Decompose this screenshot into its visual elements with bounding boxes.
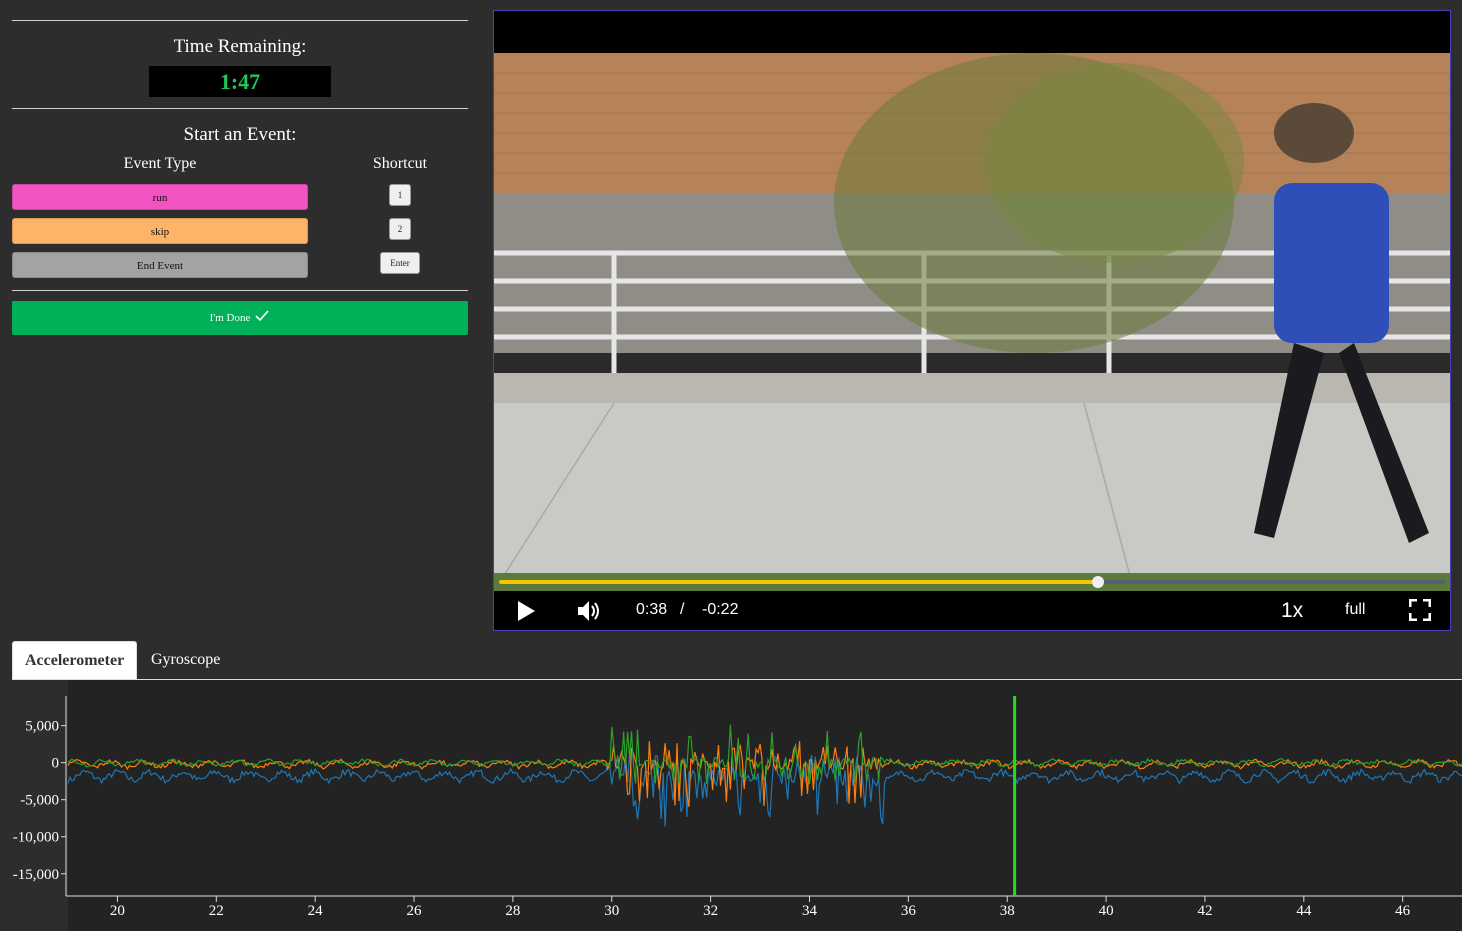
y-tick-label: -10,000 <box>13 830 59 846</box>
volume-icon[interactable] <box>576 599 602 623</box>
x-tick-label: 28 <box>505 903 520 919</box>
seek-bar[interactable] <box>499 576 1445 588</box>
x-tick-label: 38 <box>1000 903 1015 919</box>
run-event-button[interactable]: run <box>12 184 308 210</box>
skip-event-button[interactable]: skip <box>12 218 308 244</box>
x-tick-label: 44 <box>1296 903 1312 919</box>
divider <box>12 20 468 21</box>
video-controls: 0:38 / -0:22 1x full <box>494 591 1450 630</box>
event-type-header: Event Type <box>123 155 197 172</box>
plot-area <box>68 680 1462 931</box>
y-tick-label: -15,000 <box>13 867 59 883</box>
accelerometer-chart: 5,000 0 -5,000 -10,000 -15,000 20 22 24 26 28 30 32… <box>13 680 1462 931</box>
checkmark-icon <box>255 310 269 322</box>
im-done-label: I'm Done <box>209 312 251 324</box>
time-separator: / <box>680 601 685 618</box>
tab-gyroscope[interactable]: Gyroscope <box>139 641 232 679</box>
x-tick-label: 24 <box>308 903 324 919</box>
x-tick-label: 36 <box>901 903 917 919</box>
playback-speed-button[interactable]: 1x <box>1281 599 1303 623</box>
elapsed-time: 0:38 <box>636 601 668 618</box>
x-tick-label: 46 <box>1395 903 1411 919</box>
y-tick-label: -5,000 <box>20 793 59 809</box>
play-icon[interactable] <box>516 600 536 622</box>
x-tick-label: 34 <box>802 903 818 919</box>
tab-accelerometer[interactable]: Accelerometer <box>12 641 138 680</box>
countdown-timer: 1:47 <box>149 66 331 97</box>
x-tick-label: 20 <box>110 903 125 919</box>
im-done-button[interactable]: I'm Done <box>12 301 468 335</box>
seek-bar-fill <box>499 580 1098 584</box>
shortcut-key-enter[interactable]: Enter <box>380 252 420 274</box>
divider <box>12 108 468 109</box>
y-tick-label: 5,000 <box>25 719 59 735</box>
x-tick-label: 22 <box>209 903 224 919</box>
y-tick-label: 0 <box>52 756 60 772</box>
shortcut-header: Shortcut <box>372 155 428 172</box>
seek-handle[interactable] <box>1091 576 1104 588</box>
fullscreen-icon[interactable] <box>1409 599 1431 621</box>
full-button[interactable]: full <box>1345 601 1365 619</box>
left-panel: Time Remaining: 1:47 Start an Event: Eve… <box>12 0 468 345</box>
time-remaining-title: Time Remaining: <box>173 36 307 57</box>
video-frame <box>494 53 1450 591</box>
x-tick-label: 30 <box>604 903 619 919</box>
x-tick-label: 42 <box>1197 903 1212 919</box>
video-player[interactable]: 0:38 / -0:22 1x full <box>493 10 1451 631</box>
x-tick-label: 40 <box>1099 903 1114 919</box>
remaining-time: -0:22 <box>702 601 739 618</box>
x-tick-label: 26 <box>407 903 423 919</box>
divider <box>12 290 468 291</box>
shortcut-key-2[interactable]: 2 <box>389 218 411 240</box>
shortcut-key-1[interactable]: 1 <box>389 184 411 206</box>
end-event-button[interactable]: End Event <box>12 252 308 278</box>
start-event-title: Start an Event: <box>183 124 297 145</box>
x-tick-label: 32 <box>703 903 718 919</box>
